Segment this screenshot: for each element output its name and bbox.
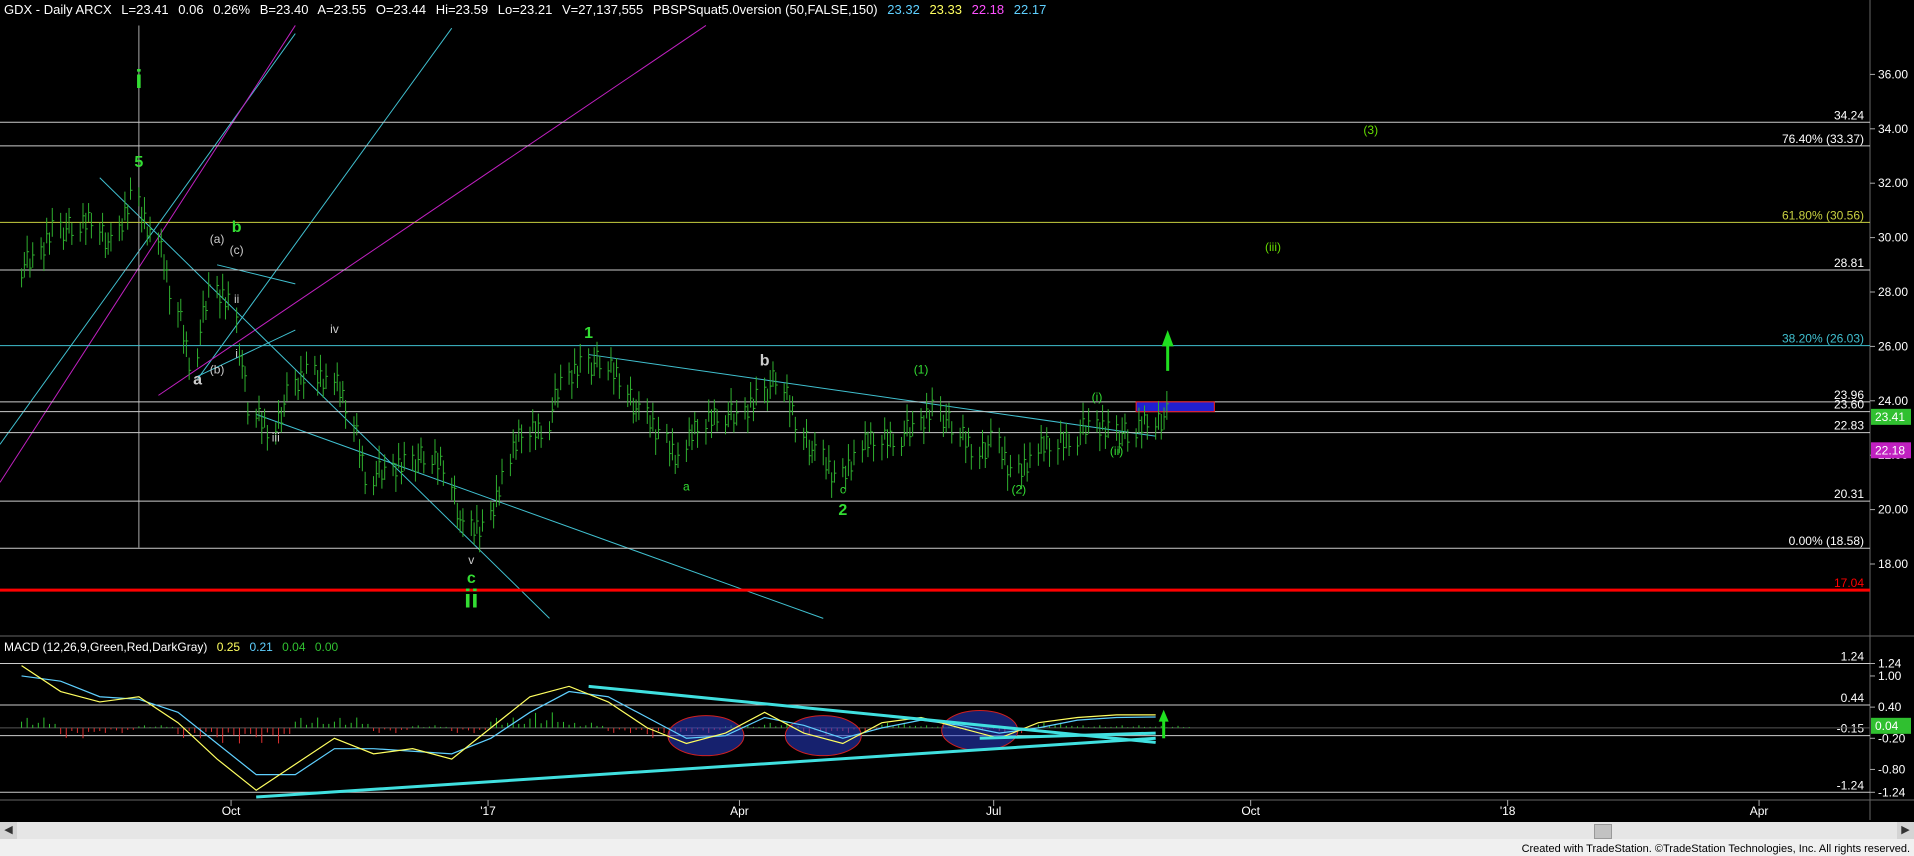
level-label: 76.40% (33.37) [1782, 132, 1864, 146]
wave-label: i [135, 64, 142, 94]
volume-value: V=27,137,555 [561, 2, 644, 17]
price-tick-label: 30.00 [1878, 231, 1908, 245]
indicator-value-4: 22.17 [1013, 2, 1047, 17]
indicator-name: PBSPSquat5.0version (50,FALSE,150) [652, 2, 878, 17]
wave-label: v [468, 553, 474, 567]
time-tick-label: Oct [222, 804, 241, 818]
wave-label: b [760, 352, 770, 369]
price-tick-label: 20.00 [1878, 503, 1908, 517]
macd-tag-label: 0.04 [1875, 719, 1899, 733]
macd-tick-label: -0.80 [1878, 762, 1906, 776]
macd-value-2: 0.21 [249, 640, 273, 654]
time-tick-label: Apr [730, 804, 749, 818]
macd-tick-label: -1.24 [1878, 785, 1906, 799]
chart-header: GDX - Daily ARCX L=23.41 0.06 0.26% B=23… [4, 2, 1052, 17]
wave-label: (a) [210, 232, 225, 246]
macd-value-1: 0.25 [216, 640, 241, 654]
highlight-oval [784, 715, 862, 757]
indicator-value-2: 23.33 [929, 2, 962, 17]
highlight-oval [667, 715, 745, 757]
macd-value-4: 0.00 [314, 640, 339, 654]
time-tick-label: '17 [480, 804, 496, 818]
highlight-oval [941, 709, 1019, 751]
wave-label: i [235, 346, 238, 360]
price-tag-label: 23.41 [1875, 410, 1905, 424]
wave-label: (ii) [1110, 444, 1123, 458]
level-label: 22.83 [1834, 419, 1864, 433]
wave-label: a [193, 371, 202, 388]
symbol-title: GDX - Daily ARCX [4, 2, 112, 17]
wave-label: b [232, 219, 242, 236]
wave-label: ii [234, 292, 239, 306]
wave-label: (1) [914, 363, 929, 377]
indicator-value-3: 22.18 [971, 2, 1005, 17]
level-label: 17.04 [1834, 576, 1864, 590]
price-tick-label: 24.00 [1878, 394, 1908, 408]
macd-label: MACD (12,26,9,Green,Red,DarkGray) [4, 640, 208, 654]
wave-label: iv [330, 322, 339, 336]
status-bar: Created with TradeStation. ©TradeStation… [0, 839, 1914, 856]
scroll-thumb[interactable] [1594, 824, 1612, 839]
chart-canvas: 18.0020.0022.0024.0026.0028.0030.0032.00… [0, 0, 1914, 856]
macd-tick-label: 1.24 [1878, 657, 1902, 671]
open-price: O=23.44 [375, 2, 427, 17]
level-label: 0.00% (18.58) [1789, 534, 1864, 548]
price-tick-label: 32.00 [1878, 176, 1908, 190]
ask-price: A=23.55 [317, 2, 367, 17]
price-tag-label: 22.18 [1875, 443, 1905, 457]
level-label: 34.24 [1834, 108, 1864, 122]
wave-label: a [683, 480, 690, 494]
wave-label: 5 [134, 154, 143, 171]
time-tick-label: '18 [1500, 804, 1516, 818]
horizontal-scrollbar[interactable]: ◀ ▶ [0, 822, 1914, 839]
price-tick-label: 26.00 [1878, 339, 1908, 353]
wave-label: (2) [1011, 482, 1026, 496]
macd-level-label: 1.24 [1841, 650, 1865, 664]
macd-tick-label: 1.00 [1878, 669, 1902, 683]
time-tick-label: Jul [986, 804, 1001, 818]
level-label: 20.31 [1834, 487, 1864, 501]
target-box [1135, 401, 1215, 413]
wave-label: (b) [210, 363, 225, 377]
time-tick-label: Oct [1241, 804, 1260, 818]
low-price: Lo=23.21 [497, 2, 553, 17]
macd-header: MACD (12,26,9,Green,Red,DarkGray) 0.25 0… [4, 640, 344, 654]
time-tick-label: Apr [1750, 804, 1769, 818]
wave-label: (iii) [1265, 240, 1281, 254]
level-label: 61.80% (30.56) [1782, 208, 1864, 222]
wave-label: 2 [838, 502, 847, 519]
macd-tick-label: 0.40 [1878, 700, 1902, 714]
change-value: 0.06 [178, 2, 204, 17]
last-price: L=23.41 [121, 2, 169, 17]
price-tick-label: 28.00 [1878, 285, 1908, 299]
level-label: 28.81 [1834, 256, 1864, 270]
level-label: 23.60 [1834, 398, 1864, 412]
change-percent: 0.26% [213, 2, 251, 17]
wave-label: (3) [1363, 123, 1378, 137]
price-tick-label: 18.00 [1878, 557, 1908, 571]
wave-label: ii [464, 584, 478, 614]
bid-price: B=23.40 [259, 2, 309, 17]
wave-label: (i) [1092, 390, 1103, 404]
macd-level-label: -0.15 [1837, 722, 1865, 736]
scroll-left-arrow-icon[interactable]: ◀ [0, 822, 17, 839]
level-label: 38.20% (26.03) [1782, 332, 1864, 346]
wave-label: iii [272, 431, 280, 445]
indicator-value-1: 23.32 [887, 2, 920, 17]
copyright-footer: Created with TradeStation. ©TradeStation… [1521, 843, 1910, 855]
wave-label: c [840, 482, 846, 496]
price-tick-label: 36.00 [1878, 67, 1908, 81]
scroll-right-arrow-icon[interactable]: ▶ [1897, 822, 1914, 839]
macd-level-label: 0.44 [1841, 691, 1865, 705]
wave-label: 1 [584, 325, 593, 342]
macd-value-3: 0.04 [282, 640, 306, 654]
macd-level-label: -1.24 [1837, 778, 1865, 792]
wave-label: (c) [230, 243, 244, 257]
price-tick-label: 34.00 [1878, 122, 1908, 136]
high-price: Hi=23.59 [435, 2, 489, 17]
